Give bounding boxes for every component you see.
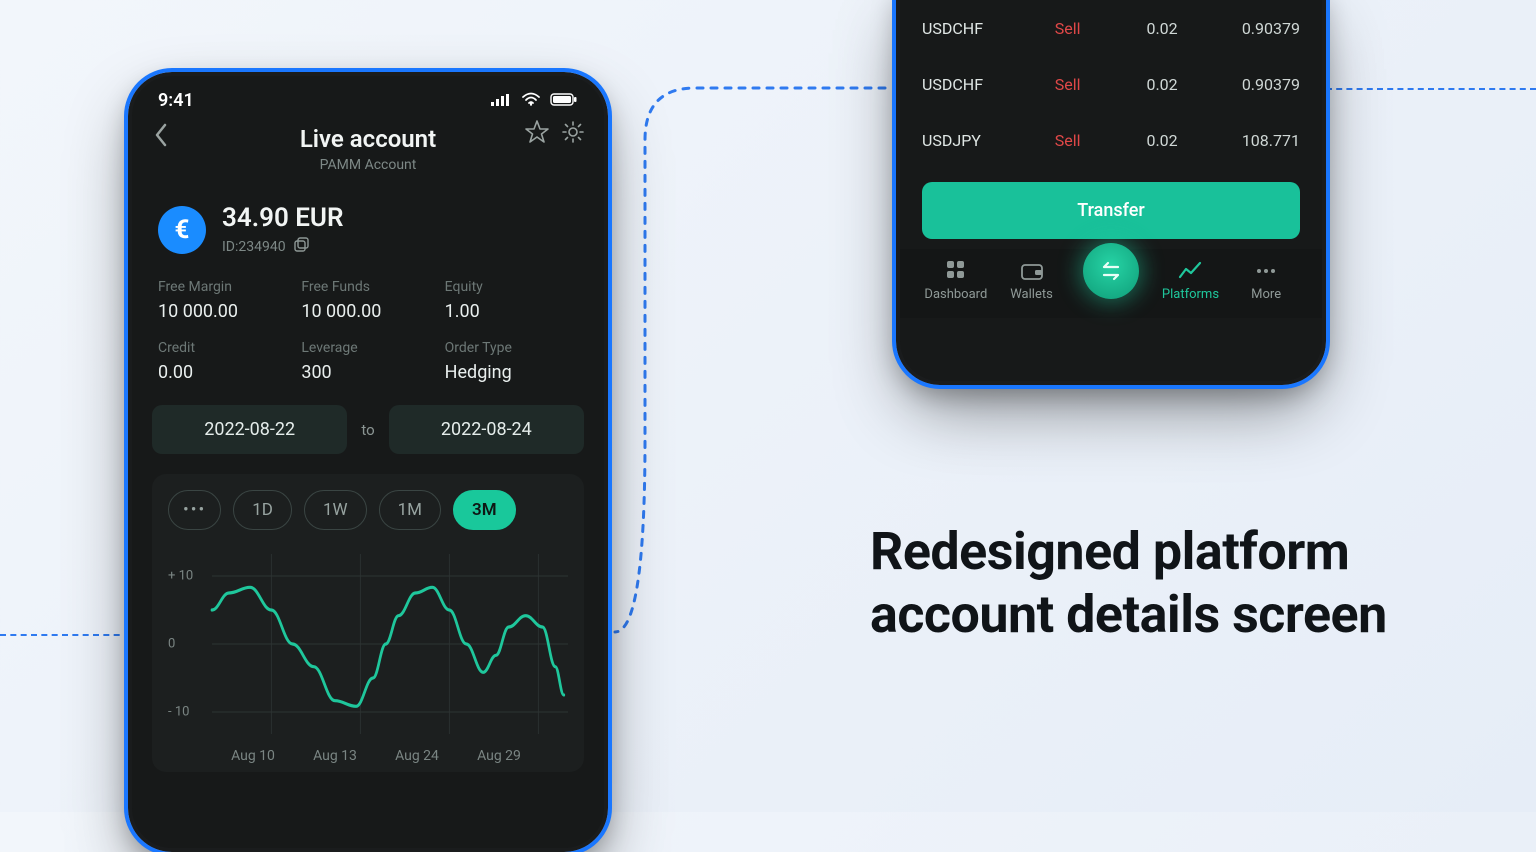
dashboard-icon (918, 259, 994, 281)
order-side: Sell (1055, 19, 1127, 38)
order-side: Sell (1055, 131, 1127, 150)
battery-icon (550, 93, 578, 106)
order-price: 0.90379 (1198, 75, 1300, 94)
order-side: Sell (1055, 75, 1127, 94)
status-bar: 9:41 (132, 76, 604, 117)
cellular-icon (491, 94, 511, 106)
wallet-icon (994, 261, 1070, 281)
status-icons (485, 90, 578, 111)
page-subtitle: PAMM Account (132, 157, 604, 173)
chart-line-icon (1153, 261, 1229, 281)
order-qty: 0.02 (1126, 19, 1198, 38)
tab-bar: Dashboard Wallets Platforms More (900, 249, 1322, 318)
headline-text: Redesigned platform account details scre… (870, 520, 1536, 647)
tab-label: Wallets (1010, 287, 1053, 302)
date-to-picker[interactable]: 2022-08-24 (389, 405, 584, 454)
order-row[interactable]: USDJPY Sell 0.02 108.771 (922, 112, 1300, 168)
favorite-button[interactable] (524, 119, 550, 149)
x-tick: Aug 29 (477, 748, 521, 764)
date-to-label: to (361, 421, 374, 439)
tab-wallets[interactable]: Wallets (994, 261, 1070, 302)
order-qty: 0.02 (1126, 75, 1198, 94)
metric-credit: Credit0.00 (158, 340, 291, 383)
metric-order-type: Order TypeHedging (445, 340, 578, 383)
date-from-picker[interactable]: 2022-08-22 (152, 405, 347, 454)
back-button[interactable] (154, 123, 168, 151)
tab-more[interactable]: More (1228, 261, 1304, 302)
phone-orders-bottom: USDCHF Sell 0.02 0.90379 USDCHF Sell 0.0… (896, 0, 1326, 385)
range-3m-button[interactable]: 3M (453, 490, 516, 530)
decorative-dash-left (0, 634, 130, 636)
settings-button[interactable] (560, 119, 586, 149)
orders-list: USDCHF Sell 0.02 0.90379 USDCHF Sell 0.0… (900, 0, 1322, 168)
order-symbol: USDJPY (922, 131, 1055, 150)
metric-free-margin: Free Margin10 000.00 (158, 279, 291, 322)
metric-free-funds: Free Funds10 000.00 (301, 279, 434, 322)
status-time: 9:41 (158, 90, 194, 111)
metric-equity: Equity1.00 (445, 279, 578, 322)
y-tick-mid: 0 (168, 637, 175, 652)
more-icon (1228, 261, 1304, 281)
order-symbol: USDCHF (922, 19, 1055, 38)
y-tick-top: + 10 (168, 569, 193, 584)
copy-id-button[interactable] (294, 237, 310, 257)
tab-label: Dashboard (924, 287, 987, 302)
x-tick: Aug 24 (395, 748, 439, 764)
swap-icon (1098, 258, 1124, 284)
currency-icon: € (158, 206, 206, 254)
tab-dashboard[interactable]: Dashboard (918, 259, 994, 302)
wifi-icon (522, 93, 540, 106)
phone-account-details: 9:41 Live account PAMM Account € (128, 72, 608, 852)
order-price: 0.90379 (1198, 19, 1300, 38)
range-1m-button[interactable]: 1M (379, 490, 441, 530)
range-selector: ••• 1D 1W 1M 3M (168, 490, 568, 530)
order-symbol: USDCHF (922, 75, 1055, 94)
balance-chart: + 10 0 - 10 (168, 544, 568, 744)
x-tick: Aug 13 (313, 748, 357, 764)
metrics-grid: Free Margin10 000.00 Free Funds10 000.00… (132, 267, 604, 401)
account-id: ID:234940 (222, 239, 286, 255)
transfer-button[interactable]: Transfer (922, 182, 1300, 239)
balance-amount: 34.90 EUR (222, 203, 344, 233)
order-row[interactable]: USDCHF Sell 0.02 0.90379 (922, 0, 1300, 56)
decorative-connector (635, 80, 895, 640)
range-more-button[interactable]: ••• (168, 490, 221, 530)
y-tick-bot: - 10 (168, 705, 189, 720)
tab-label: Platforms (1162, 287, 1219, 302)
transfer-fab[interactable] (1083, 243, 1139, 299)
tab-platforms[interactable]: Platforms (1153, 261, 1229, 302)
range-1w-button[interactable]: 1W (304, 490, 367, 530)
x-tick: Aug 10 (231, 748, 275, 764)
metric-leverage: Leverage300 (301, 340, 434, 383)
chart-card: ••• 1D 1W 1M 3M + 10 0 - 10 (152, 474, 584, 772)
order-row[interactable]: USDCHF Sell 0.02 0.90379 (922, 56, 1300, 112)
order-qty: 0.02 (1126, 131, 1198, 150)
range-1d-button[interactable]: 1D (233, 490, 292, 530)
order-price: 108.771 (1198, 131, 1300, 150)
tab-label: More (1251, 287, 1281, 302)
decorative-dash-right (1326, 88, 1536, 90)
x-axis-labels: Aug 10 Aug 13 Aug 24 Aug 29 (168, 744, 568, 766)
